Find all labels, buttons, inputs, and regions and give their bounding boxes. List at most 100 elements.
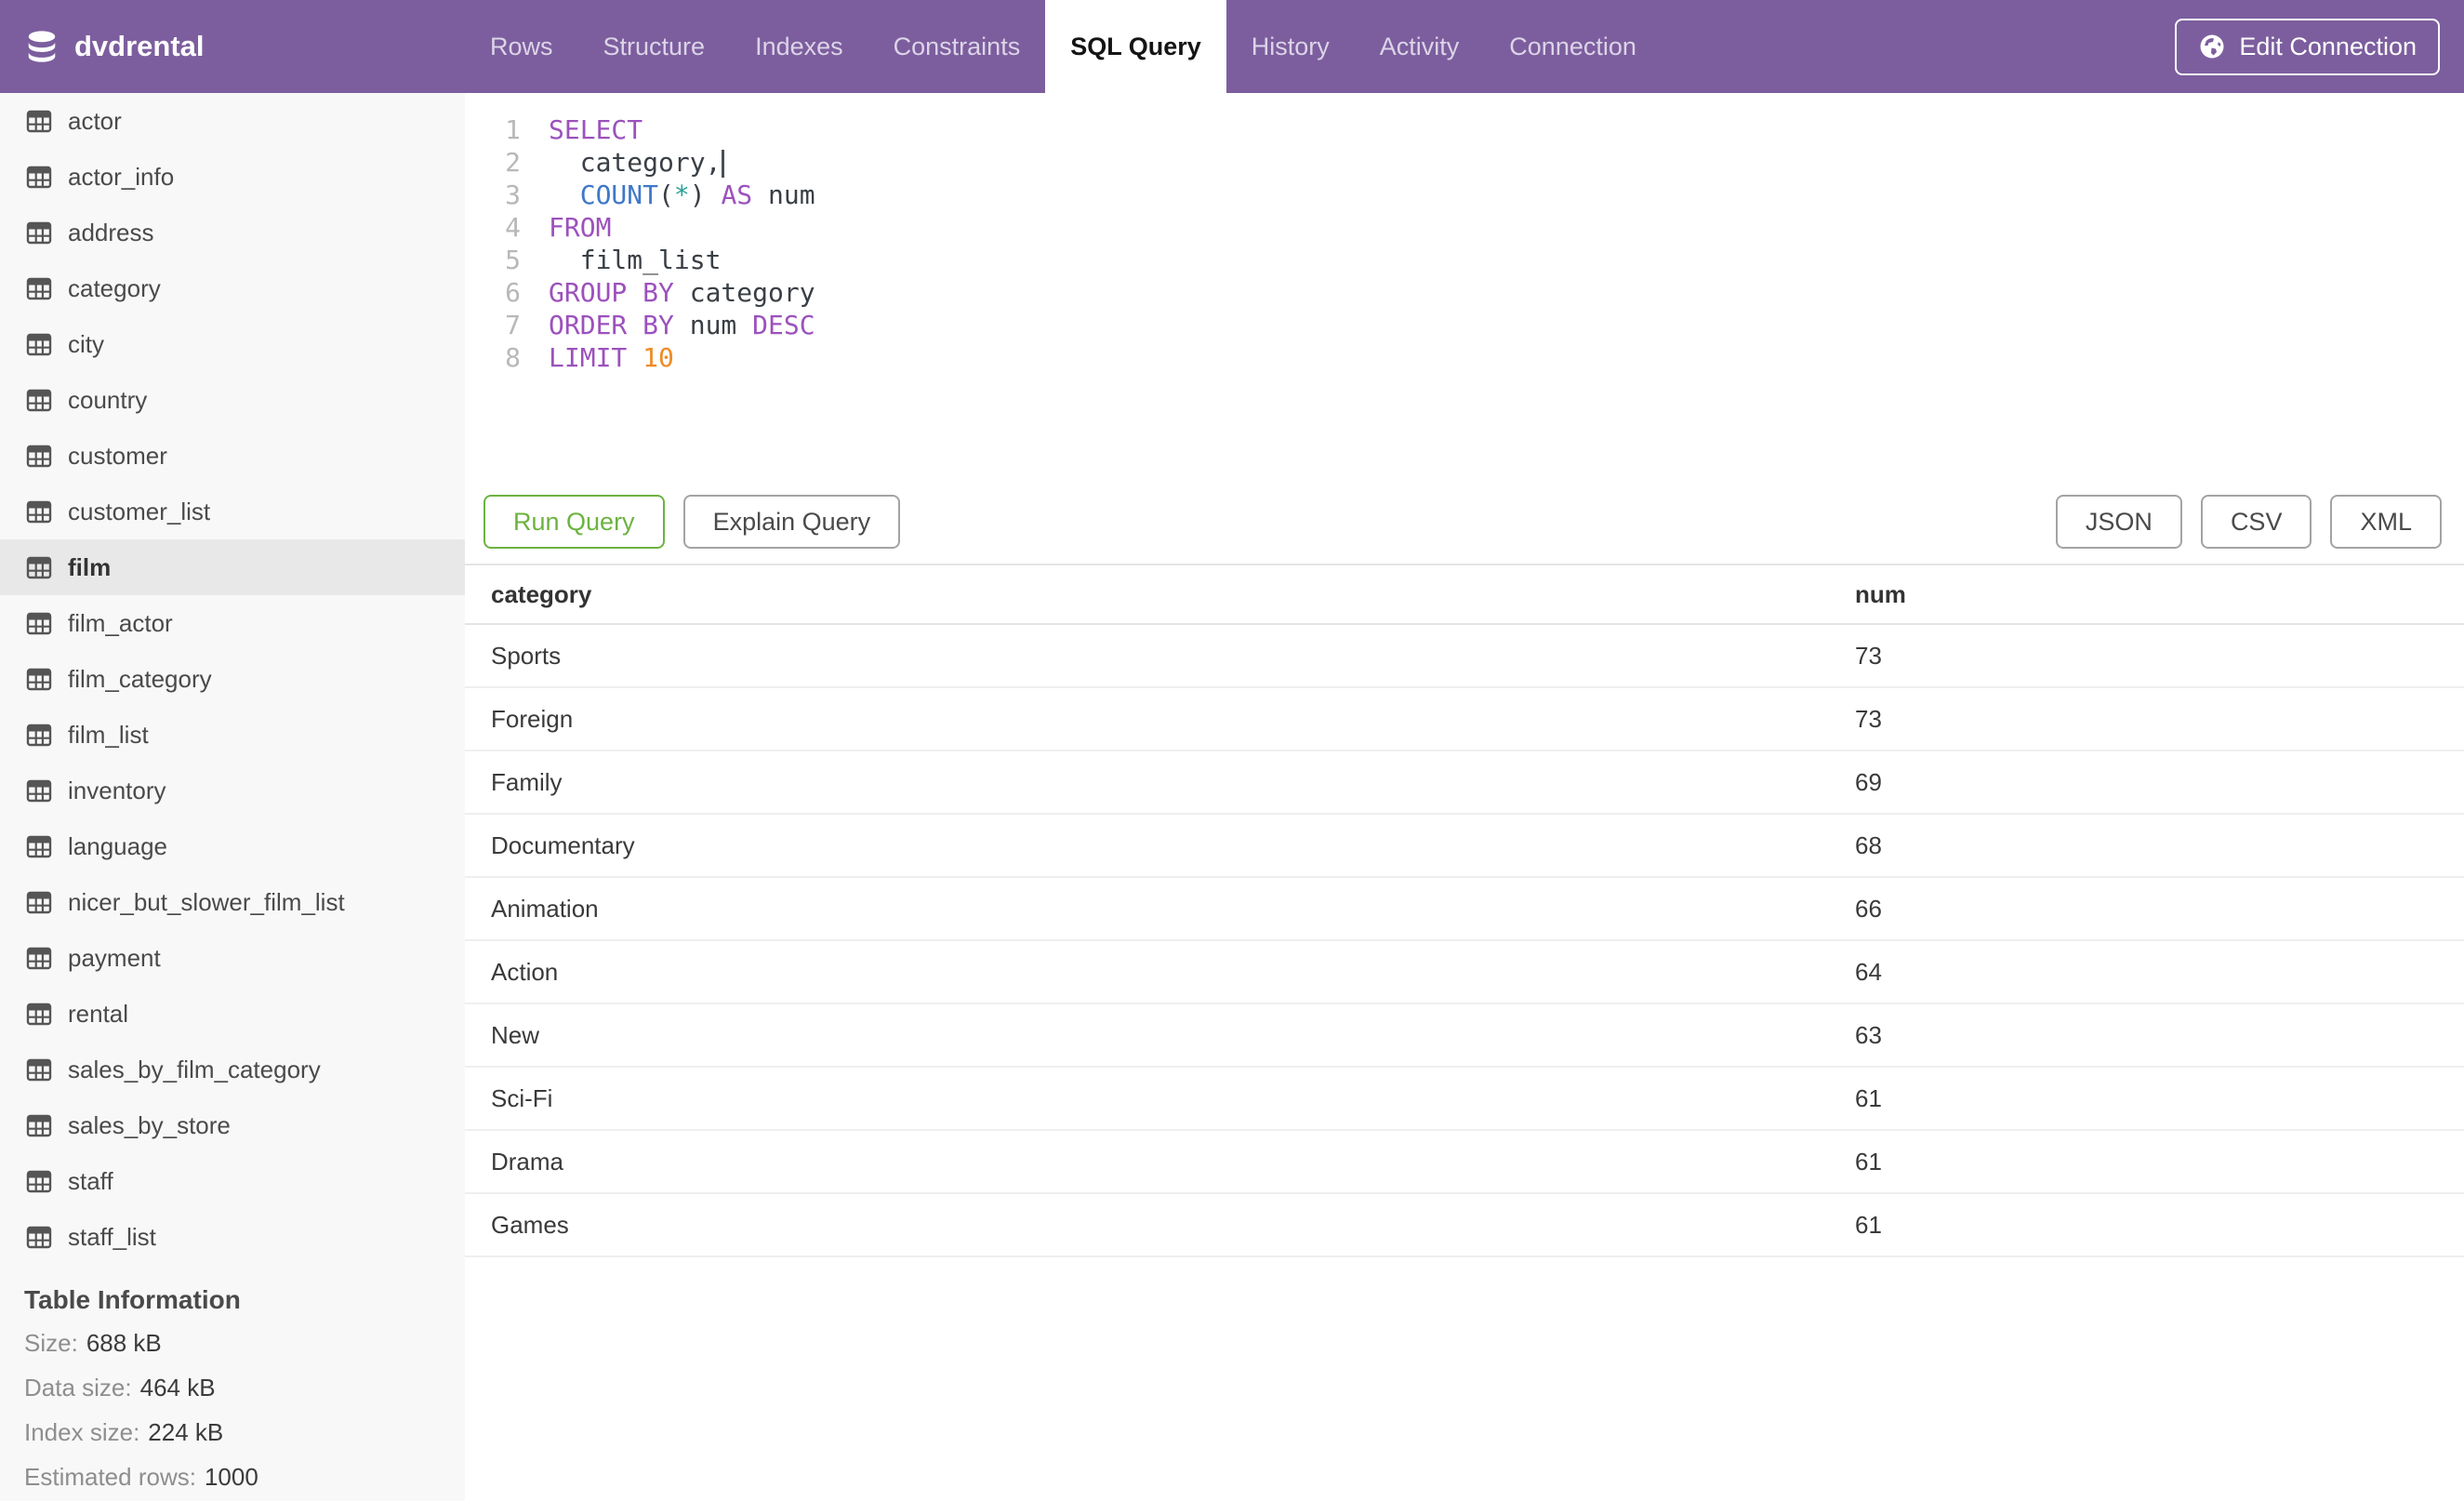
code-token: LIMIT — [549, 342, 628, 373]
code-line: 3 COUNT(*) AS num — [465, 179, 2464, 211]
cell-category: Sci-Fi — [491, 1083, 553, 1112]
table-grid-icon — [26, 443, 52, 469]
table-name-label: sales_by_film_category — [68, 1055, 321, 1083]
info-row: Index size: 224 kB — [0, 1410, 465, 1455]
sidebar-item-payment[interactable]: payment — [0, 930, 465, 986]
app-body: actor actor_info address category city countr… — [0, 93, 2464, 1501]
explain-query-button[interactable]: Explain Query — [682, 495, 901, 549]
sidebar-item-rental[interactable]: rental — [0, 986, 465, 1042]
code-text: film_list — [521, 244, 722, 276]
sidebar-item-film_category[interactable]: film_category — [0, 651, 465, 707]
table-grid-icon — [26, 331, 52, 357]
table-name-label: city — [68, 329, 104, 358]
line-number: 6 — [505, 277, 521, 308]
sidebar-item-customer[interactable]: customer — [0, 428, 465, 484]
code-token: ( — [658, 179, 674, 210]
sidebar-item-category[interactable]: category — [0, 260, 465, 316]
line-number: 4 — [505, 212, 521, 243]
cell-num: 61 — [1855, 1083, 1882, 1112]
table-name-label: customer_list — [68, 497, 211, 525]
main-content: 1 SELECT 2 category, 3 COUNT(*) AS num 4 FROM… — [465, 93, 2464, 1501]
tab-rows[interactable]: Rows — [465, 0, 578, 93]
table-row: Foreign 73 — [465, 688, 2464, 751]
table-row: New 63 — [465, 1004, 2464, 1068]
table-grid-icon — [26, 1168, 52, 1194]
tab-structure[interactable]: Structure — [578, 0, 731, 93]
tab-connection[interactable]: Connection — [1484, 0, 1662, 93]
line-number: 3 — [505, 179, 521, 210]
table-grid-icon — [26, 554, 52, 580]
table-grid-icon — [26, 219, 52, 246]
cell-category: Drama — [491, 1147, 564, 1176]
edit-connection-label: Edit Connection — [2239, 32, 2417, 60]
info-row: Size: 688 kB — [0, 1321, 465, 1365]
sidebar-item-actor_info[interactable]: actor_info — [0, 149, 465, 205]
tab-constraints[interactable]: Constraints — [868, 0, 1046, 93]
table-list: actor actor_info address category city countr… — [0, 93, 465, 1265]
sidebar-item-actor[interactable]: actor — [0, 93, 465, 149]
sidebar-item-film[interactable]: film — [0, 539, 465, 595]
info-row: Data size: 464 kB — [0, 1365, 465, 1410]
code-text: FROM — [521, 211, 611, 244]
code-token: category — [673, 277, 815, 308]
info-row: Estimated rows: 1000 — [0, 1455, 465, 1499]
table-name-label: language — [68, 831, 167, 860]
tab-activity[interactable]: Activity — [1355, 0, 1485, 93]
table-name-label: staff_list — [68, 1222, 156, 1251]
results-table: category num Sports 73 Foreign 73 Family 69 Do… — [465, 565, 2464, 1501]
table-name-label: nicer_but_slower_film_list — [68, 887, 345, 916]
cell-num: 66 — [1855, 894, 1882, 923]
info-label: Estimated rows: — [24, 1462, 196, 1491]
line-number: 7 — [505, 310, 521, 340]
cell-num: 68 — [1855, 830, 1882, 859]
run-query-button[interactable]: Run Query — [484, 495, 665, 549]
code-token: FROM — [549, 212, 612, 243]
export-xml-button[interactable]: XML — [2330, 495, 2442, 549]
table-name-label: payment — [68, 943, 161, 972]
sidebar-item-sales_by_film_category[interactable]: sales_by_film_category — [0, 1042, 465, 1097]
code-text: category, — [521, 146, 725, 179]
sidebar-item-staff[interactable]: staff — [0, 1153, 465, 1209]
tab-sql-query[interactable]: SQL Query — [1045, 0, 1226, 93]
code-line: 7 ORDER BY num DESC — [465, 309, 2464, 341]
export-json-button[interactable]: JSON — [2055, 495, 2182, 549]
tab-history[interactable]: History — [1226, 0, 1355, 93]
sidebar-item-nicer_but_slower_film_list[interactable]: nicer_but_slower_film_list — [0, 874, 465, 930]
sidebar-item-country[interactable]: country — [0, 372, 465, 428]
sql-editor[interactable]: 1 SELECT 2 category, 3 COUNT(*) AS num 4 FROM… — [465, 93, 2464, 495]
sidebar-item-city[interactable]: city — [0, 316, 465, 372]
export-csv-button[interactable]: CSV — [2200, 495, 2312, 549]
code-line: 4 FROM — [465, 211, 2464, 244]
sidebar-item-film_list[interactable]: film_list — [0, 707, 465, 763]
header-spacer — [1662, 0, 2175, 93]
code-text: SELECT — [521, 113, 642, 146]
code-token: num — [673, 310, 753, 340]
code-token: 10 — [642, 342, 674, 373]
table-name-label: actor — [68, 106, 122, 135]
sidebar-item-sales_by_store[interactable]: sales_by_store — [0, 1097, 465, 1153]
code-token: GROUP BY — [549, 277, 674, 308]
cell-category: Action — [491, 957, 559, 986]
table-name-label: sales_by_store — [68, 1110, 231, 1139]
code-token: category, — [549, 147, 722, 178]
sidebar-item-language[interactable]: language — [0, 818, 465, 874]
sidebar-item-address[interactable]: address — [0, 205, 465, 260]
sidebar-item-inventory[interactable]: inventory — [0, 763, 465, 818]
edit-connection-button[interactable]: Edit Connection — [2175, 18, 2440, 75]
tab-indexes[interactable]: Indexes — [730, 0, 868, 93]
code-token: ) — [689, 179, 722, 210]
sidebar-item-film_actor[interactable]: film_actor — [0, 595, 465, 651]
info-value: 1000 — [204, 1462, 258, 1491]
sidebar-item-staff_list[interactable]: staff_list — [0, 1209, 465, 1265]
table-row: Family 69 — [465, 751, 2464, 815]
sidebar-item-customer_list[interactable]: customer_list — [0, 484, 465, 539]
info-label: Size: — [24, 1328, 78, 1357]
sidebar: actor actor_info address category city countr… — [0, 93, 465, 1501]
table-grid-icon — [26, 1112, 52, 1138]
app-header: dvdrental Rows Structure Indexes Constraint… — [0, 0, 2464, 93]
line-number: 5 — [505, 245, 521, 275]
table-name-label: customer — [68, 441, 167, 470]
code-token: num — [752, 179, 815, 210]
table-information-heading: Table Information — [24, 1285, 241, 1314]
